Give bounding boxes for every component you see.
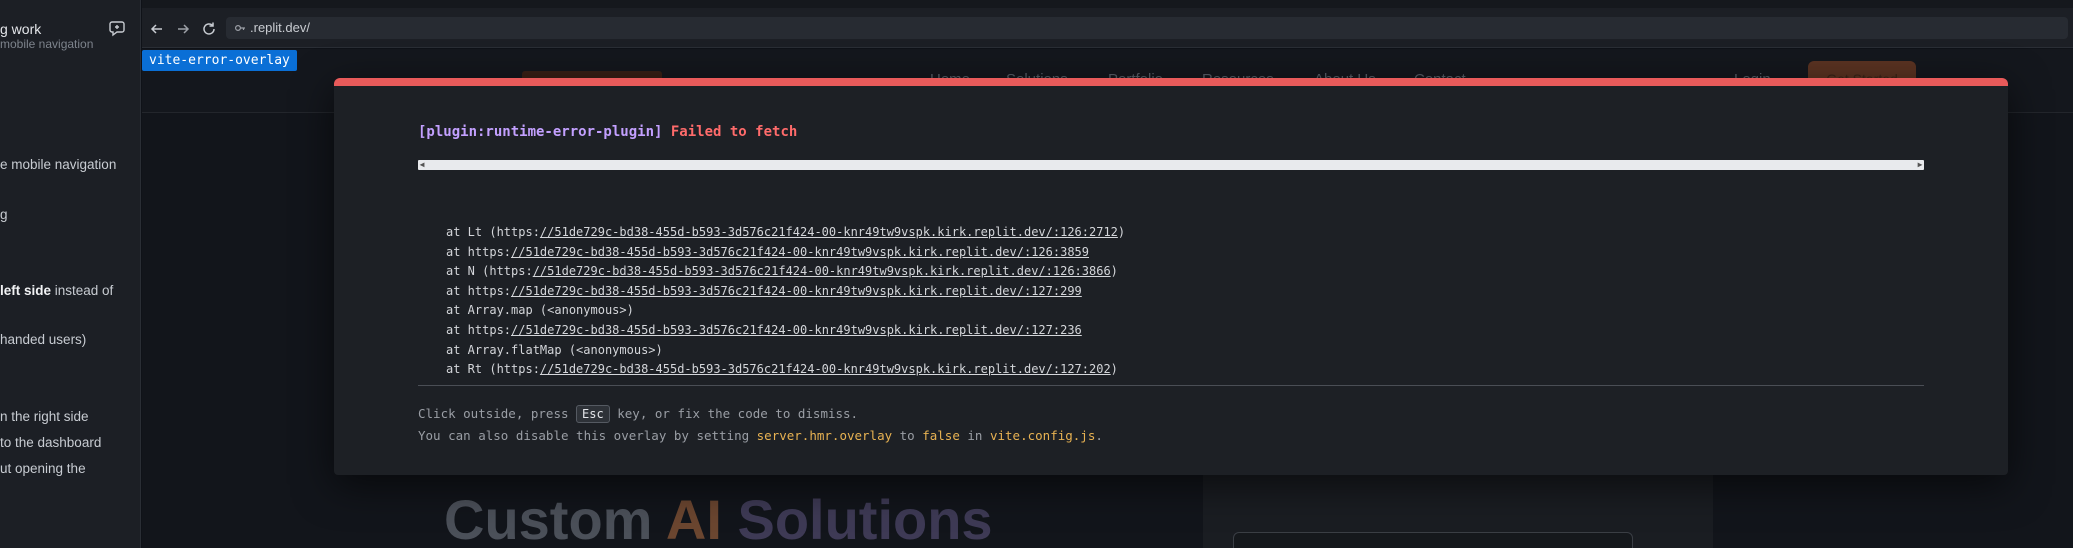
hero-title-accent: AI: [665, 488, 738, 548]
hero-title-part3: Solutions: [737, 488, 993, 548]
stack-frame-prefix: at https:: [446, 322, 512, 337]
esc-key: Esc: [576, 405, 610, 423]
dismiss-tip: Click outside, press Esc key, or fix the…: [418, 405, 858, 423]
config-file: vite.config.js: [989, 428, 1096, 443]
stack-frame: at https://51de729c-bd38-455d-b593-3d576…: [446, 321, 1125, 341]
tip-text: in: [959, 428, 990, 443]
stack-frame-url[interactable]: //51de729c-bd38-455d-b593-3d576c21f424-0…: [533, 264, 1111, 278]
config-key: server.hmr.overlay: [756, 428, 893, 443]
hero-image: [1203, 474, 1713, 548]
tip-text: to: [892, 428, 923, 443]
stack-frame-url[interactable]: //51de729c-bd38-455d-b593-3d576c21f424-0…: [511, 323, 1082, 337]
vite-error-overlay-badge: vite-error-overlay: [142, 50, 297, 71]
chat-line: to the dashboard: [0, 435, 102, 450]
stack-frame-url[interactable]: //51de729c-bd38-455d-b593-3d576c21f424-0…: [540, 225, 1118, 239]
error-overlay[interactable]: [plugin:runtime-error-plugin] Failed to …: [334, 78, 2008, 475]
error-heading: [plugin:runtime-error-plugin] Failed to …: [418, 124, 797, 140]
stack-frame: at Lt (https://51de729c-bd38-455d-b593-3…: [446, 223, 1125, 243]
stack-frame-prefix: at Lt (https:: [446, 225, 540, 239]
back-arrow-icon[interactable]: [148, 20, 166, 38]
site-info-icon[interactable]: [234, 22, 246, 34]
url-text: .replit.dev/: [250, 20, 310, 35]
stack-frame-prefix: at Array.map (<anonymous>): [446, 303, 634, 318]
error-stack-trace: at Lt (https://51de729c-bd38-455d-b593-3…: [446, 223, 1125, 380]
chat-line: ut opening the: [0, 461, 86, 476]
stack-frame-prefix: at https:: [446, 283, 512, 298]
stack-frame-url[interactable]: //51de729c-bd38-455d-b593-3d576c21f424-0…: [511, 284, 1082, 298]
hero-title-part1: Custom: [444, 488, 666, 548]
tip-text: key, or fix the code to dismiss.: [609, 406, 859, 421]
scroll-right-icon[interactable]: ▶: [1916, 160, 1924, 170]
error-message: Failed to fetch: [670, 124, 798, 140]
stack-frame: at N (https://51de729c-bd38-455d-b593-3d…: [446, 262, 1125, 282]
reload-icon[interactable]: [200, 20, 218, 38]
browser-toolbar: .replit.dev/: [142, 8, 2073, 48]
chat-line: mobile navigation: [0, 37, 94, 51]
stack-frame-suffix: ): [1110, 264, 1118, 279]
scroll-left-icon[interactable]: ◀: [418, 160, 426, 170]
stack-frame: at Array.flatMap (<anonymous>): [446, 341, 1125, 361]
stack-frame-suffix: ): [1117, 225, 1126, 239]
stack-frame-prefix: at N (https:: [446, 264, 533, 279]
new-chat-icon[interactable]: [109, 19, 127, 37]
stack-frame-url[interactable]: //51de729c-bd38-455d-b593-3d576c21f424-0…: [540, 362, 1111, 376]
hero-title: Custom AI Solutions: [444, 487, 993, 548]
chat-line: handed users): [0, 332, 87, 347]
tab-strip: [142, 0, 2073, 8]
disable-overlay-tip: You can also disable this overlay by set…: [418, 428, 1103, 443]
tip-text: You can also disable this overlay by set…: [418, 428, 757, 443]
stack-frame-prefix: at Array.flatMap (<anonymous>): [446, 342, 663, 357]
chat-line-rest: instead of: [51, 283, 114, 298]
error-plugin-name: [plugin:runtime-error-plugin]: [418, 124, 663, 140]
stack-frame-suffix: ): [1110, 362, 1118, 377]
overlay-divider: [418, 385, 1924, 386]
tip-text: .: [1095, 428, 1103, 443]
stack-frame-url[interactable]: //51de729c-bd38-455d-b593-3d576c21f424-0…: [511, 245, 1089, 259]
stack-frame: at https://51de729c-bd38-455d-b593-3d576…: [446, 243, 1125, 263]
chat-line: left side instead of: [0, 283, 113, 298]
forward-arrow-icon[interactable]: [174, 20, 192, 38]
tip-text: Click outside, press: [418, 406, 577, 421]
chat-line: e mobile navigation: [0, 157, 117, 172]
chat-line: n the right side: [0, 409, 89, 424]
stack-frame-prefix: at Rt (https:: [446, 362, 540, 377]
stack-frame: at https://51de729c-bd38-455d-b593-3d576…: [446, 282, 1125, 302]
config-value: false: [922, 428, 960, 443]
stack-frame: at Rt (https://51de729c-bd38-455d-b593-3…: [446, 360, 1125, 380]
chat-line-bold: left side: [0, 283, 52, 298]
agent-chat-panel: g work mobile navigation e mobile naviga…: [0, 0, 141, 548]
stack-frame-prefix: at https:: [446, 244, 512, 259]
hero-image-card: [1233, 532, 1633, 548]
stack-frame: at Array.map (<anonymous>): [446, 301, 1125, 321]
chat-title: g work: [0, 21, 42, 37]
url-bar[interactable]: .replit.dev/: [226, 17, 2068, 39]
horizontal-scrollbar[interactable]: ◀ ▶: [418, 160, 1924, 170]
chat-line: g: [0, 207, 8, 222]
